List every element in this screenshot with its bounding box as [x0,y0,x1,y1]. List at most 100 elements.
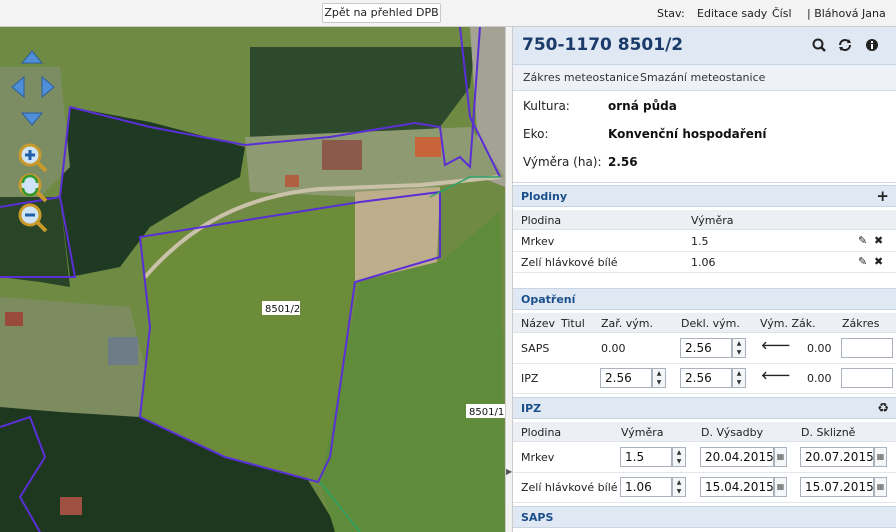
ipz-vymera-input[interactable]: 1.06 [620,477,672,497]
edit-pencil-icon[interactable]: ✎ [858,255,867,268]
top-bar: Zpět na přehled DPB Stav: Editace sady Č… [0,0,896,27]
vymera-value: 2.56 [608,155,638,169]
planting-date-input[interactable]: 20.04.2015 [700,447,774,467]
panel-header: 750-1170 8501/2 [513,27,896,65]
harvest-date-input[interactable]: 20.07.2015 [800,447,874,467]
dekl-vym-stepper[interactable]: ▲ ▼ [732,368,746,388]
section-plodiny: Plodiny + [513,185,896,207]
pan-right-icon[interactable] [41,75,55,99]
ipz-crop-name: Mrkev [521,451,555,464]
dekl-vym-input[interactable]: 2.56 [680,368,732,388]
opatreni-table-header: Název Titul Zař. vým. Dekl. vým. Vým. Zá… [513,313,896,333]
zakres-input[interactable] [841,338,893,358]
zoom-extent-icon[interactable] [18,173,48,203]
tab-delete-weather-station[interactable]: Smazání meteostanice [640,71,765,84]
measure-name: IPZ [521,372,539,385]
col-zar-vym: Zař. vým. [601,317,654,330]
crop-name: Zelí hlávkové bílé [521,256,618,269]
map-controls [11,50,55,233]
user-name[interactable]: | Bláhová Jana [807,7,886,20]
col-datum-vysadby: D. Výsadby [701,426,764,439]
refresh-icon[interactable] [838,38,852,56]
map-view[interactable]: 8501/2 8501/1 [0,27,505,532]
calendar-icon[interactable]: ▦ [774,447,787,467]
zar-vym-stepper[interactable]: ▲ ▼ [652,368,666,388]
dekl-vym-input[interactable]: 2.56 [680,338,732,358]
collapse-arrow-icon[interactable]: ▶ [506,467,512,476]
pan-left-icon[interactable] [11,75,25,99]
pan-down-icon[interactable] [20,112,44,126]
section-opatreni: Opatření [513,288,896,310]
kultura-value: orná půda [608,99,677,113]
edit-pencil-icon[interactable]: ✎ [858,234,867,247]
back-to-overview-button[interactable]: Zpět na přehled DPB [322,3,441,23]
pan-up-icon[interactable] [20,50,44,64]
section-saps: SAPS [513,506,896,528]
copy-left-arrow-icon[interactable]: 🡐 [761,338,791,352]
col-zakres: Zákres [842,317,880,330]
col-titul: Titul [561,317,585,330]
table-row: Zelí hlávkové bílé 1.06 ✎ ✖ [513,252,896,273]
col-nazev: Název [521,317,556,330]
col-vymera: Výměra [621,426,664,439]
crop-area: 1.5 [691,235,709,248]
crop-area: 1.06 [691,256,716,269]
calendar-icon[interactable]: ▦ [874,447,887,467]
section-ipz-title: IPZ [521,402,542,415]
ipz-vymera-input[interactable]: 1.5 [620,447,672,467]
crop-name: Mrkev [521,235,555,248]
eko-label: Eko: [523,127,549,141]
edit-set-link[interactable]: Editace sady [697,7,767,20]
ipz-vymera-stepper[interactable]: ▲ ▼ [672,477,686,497]
action-tabs: Zákres meteostanice Smazání meteostanice [513,65,896,91]
vymera-label: Výměra (ha): [523,155,602,169]
col-vymera: Výměra [691,214,734,227]
col-datum-sklizne: D. Sklizně [801,426,856,439]
recycle-icon[interactable]: ♻ [877,401,889,416]
planting-date-input[interactable]: 15.04.2015 [700,477,774,497]
aerial-map[interactable]: 8501/2 8501/1 [0,27,505,532]
parcel-label-right: 8501/1 [469,407,504,418]
zakres-input[interactable] [841,368,893,388]
copy-left-arrow-icon[interactable]: 🡐 [761,368,791,382]
ipz-crop-name: Zelí hlávkové bílé [521,481,618,494]
table-row: IPZ 2.56 ▲ ▼ 2.56 ▲ ▼ 🡐 0.00 [513,364,896,394]
section-saps-title: SAPS [521,511,554,524]
parcel-info: Kultura: orná půda Eko: Konvenční hospod… [513,91,896,183]
parcel-label-main: 8501/2 [265,304,300,315]
table-row: Mrkev 1.5 ▲ ▼ 20.04.2015 ▦ 20.07.2015 ▦ [513,443,896,473]
table-row: Mrkev 1.5 ✎ ✖ [513,231,896,252]
info-icon[interactable] [865,38,879,56]
calendar-icon[interactable]: ▦ [874,477,887,497]
measure-vym-zak: 0.00 [807,372,832,385]
col-plodina: Plodina [521,214,562,227]
parcel-title: 750-1170 8501/2 [522,35,684,55]
tab-draw-weather-station[interactable]: Zákres meteostanice [523,71,639,84]
harvest-date-input[interactable]: 15.07.2015 [800,477,874,497]
section-opatreni-title: Opatření [521,293,576,306]
measure-name: SAPS [521,342,550,355]
zoom-out-icon[interactable] [18,203,48,233]
search-icon[interactable] [812,38,826,56]
panel-splitter[interactable]: ▶ [505,27,513,532]
delete-x-icon[interactable]: ✖ [874,255,883,268]
col-plodina: Plodina [521,426,562,439]
parcel-detail-panel: 750-1170 8501/2 Zákres meteostanice Smaz… [513,27,896,532]
delete-x-icon[interactable]: ✖ [874,234,883,247]
ipz-vymera-stepper[interactable]: ▲ ▼ [672,447,686,467]
dekl-vym-stepper[interactable]: ▲ ▼ [732,338,746,358]
add-icon[interactable]: + [876,187,889,205]
table-row: SAPS 0.00 2.56 ▲ ▼ 🡐 0.00 [513,334,896,364]
col-dekl-vym: Dekl. vým. [681,317,740,330]
plodiny-table-header: Plodina Výměra [513,210,896,230]
section-plodiny-title: Plodiny [521,190,568,203]
zar-vym-input[interactable]: 2.56 [600,368,652,388]
measure-vym-zak: 0.00 [807,342,832,355]
number-link[interactable]: Čísl [772,7,793,20]
calendar-icon[interactable]: ▦ [774,477,787,497]
table-row: Zelí hlávkové bílé 1.06 ▲ ▼ 15.04.2015 ▦ … [513,473,896,503]
eko-value: Konvenční hospodaření [608,127,767,141]
zoom-in-icon[interactable] [18,143,48,173]
col-vym-zak: Vým. Zák. [760,317,816,330]
measure-zar-vym: 0.00 [601,342,626,355]
